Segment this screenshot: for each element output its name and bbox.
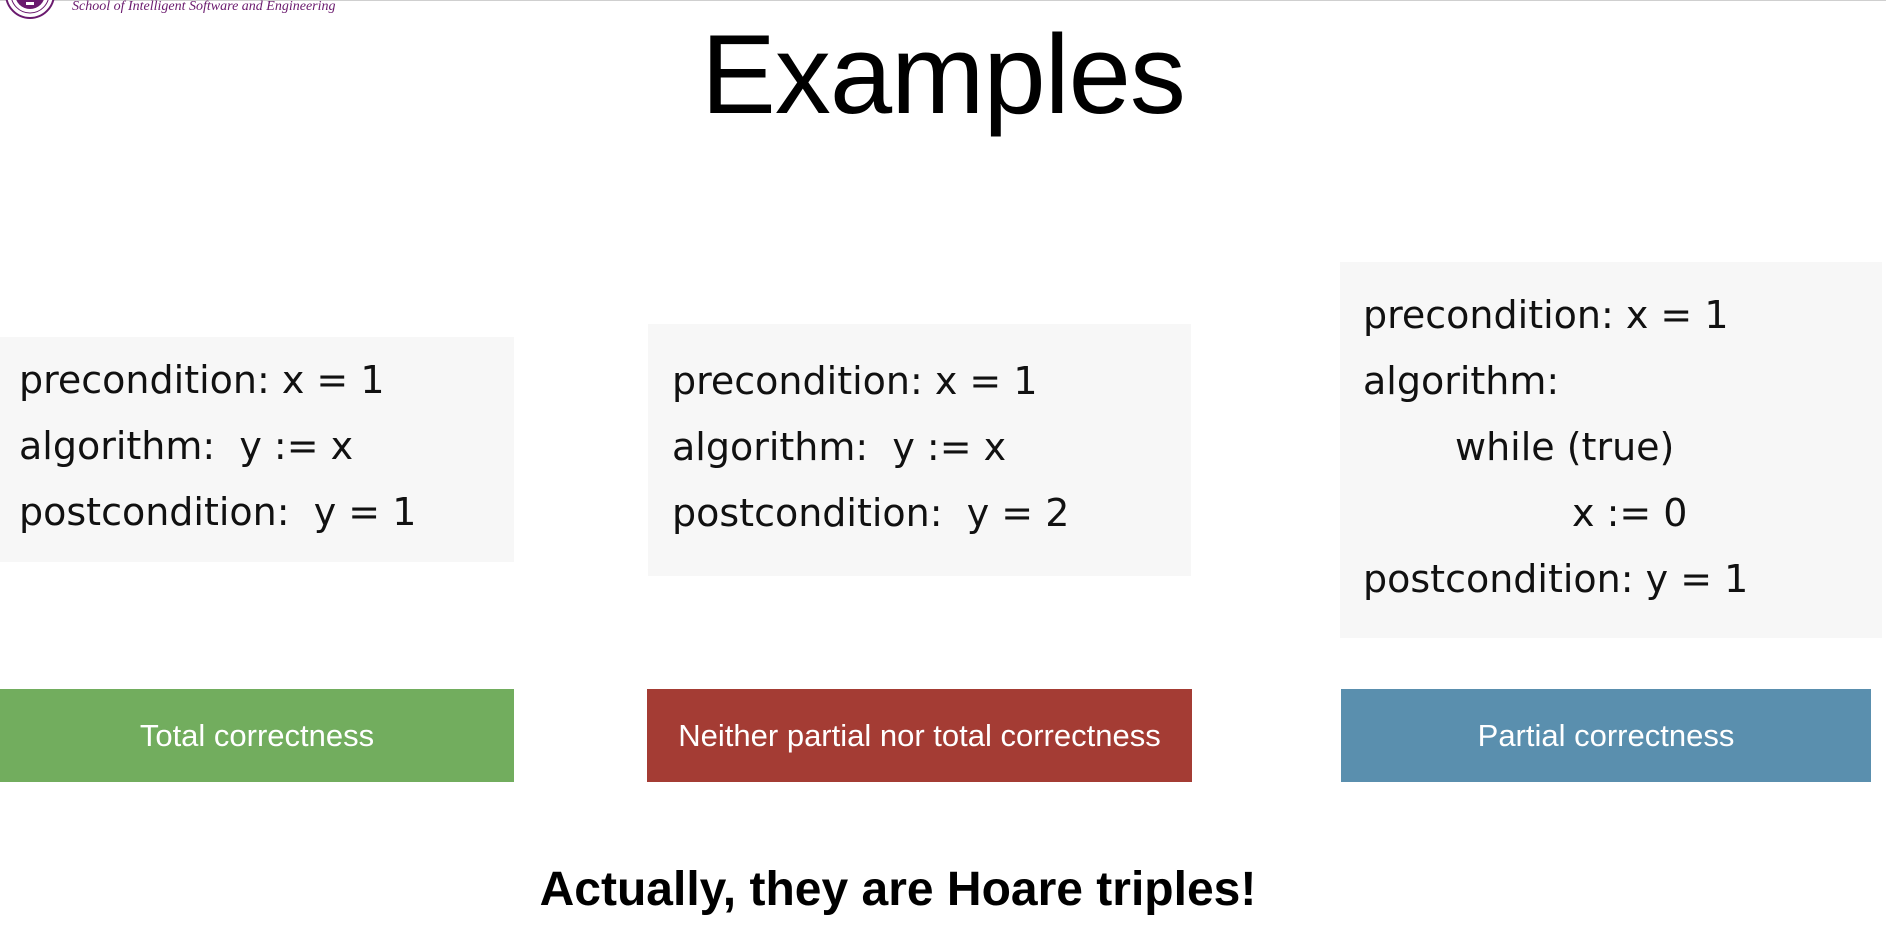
example-2-code-box: precondition: x = 1 algorithm: y := x po… [648,324,1191,576]
example-2-precondition: precondition: x = 1 [672,359,1038,403]
example-3-loop: while (true) [1455,425,1675,469]
example-1-code-box: precondition: x = 1 algorithm: y := x po… [0,337,514,562]
example-3-precondition: precondition: x = 1 [1363,293,1729,337]
example-3-loop-body: x := 0 [1572,491,1688,535]
slide-title: Examples [701,12,1186,137]
example-1-algorithm: algorithm: y := x [19,424,354,468]
verdict-total-correctness: Total correctness [0,689,514,782]
example-3-code-box: precondition: x = 1 algorithm: while (tr… [1340,262,1882,638]
example-2-postcondition: postcondition: y = 2 [672,491,1070,535]
example-3-postcondition: postcondition: y = 1 [1363,557,1749,601]
example-1-postcondition: postcondition: y = 1 [19,490,417,534]
example-2-algorithm: algorithm: y := x [672,425,1007,469]
example-1-precondition: precondition: x = 1 [19,358,385,402]
footer-statement: Actually, they are Hoare triples! [539,863,1257,916]
example-3-algorithm: algorithm: [1363,359,1560,403]
verdict-partial-correctness: Partial correctness [1341,689,1871,782]
verdict-neither-correctness: Neither partial nor total correctness [647,689,1192,782]
